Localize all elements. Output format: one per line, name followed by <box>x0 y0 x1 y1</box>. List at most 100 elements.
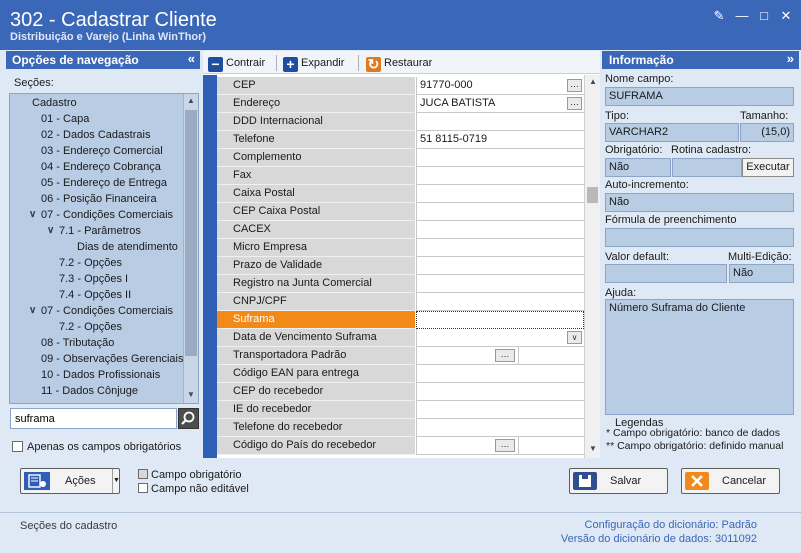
grid-row[interactable]: Suframa <box>217 311 584 329</box>
grid-row[interactable]: CEP 91770-000… <box>217 77 584 95</box>
grid-row[interactable]: Data de Vencimento Suframa ∨ <box>217 329 584 347</box>
tree-scroll-thumb[interactable] <box>185 110 197 356</box>
field-value[interactable]: 51 8115-0719 <box>416 131 584 149</box>
grid-row[interactable]: Prazo de Validade <box>217 257 584 275</box>
grid-row[interactable]: Código do País do recebedor… <box>217 437 584 455</box>
tree-item[interactable]: ∨ 7.1 - Parâmetros <box>47 223 141 239</box>
tree-item[interactable]: 03 - Endereço Comercial <box>41 143 163 159</box>
grid-row[interactable]: CACEX <box>217 221 584 239</box>
chevron-down-icon[interactable]: ∨ <box>567 331 582 344</box>
minimize-icon[interactable]: — <box>735 9 749 23</box>
field-value[interactable] <box>416 167 584 185</box>
edit-window-icon[interactable]: ✎ <box>712 9 726 23</box>
grid-row[interactable]: Fax <box>217 167 584 185</box>
field-value[interactable] <box>416 239 584 257</box>
grid-row[interactable]: Complemento <box>217 149 584 167</box>
field-value[interactable] <box>416 257 584 275</box>
chevron-down-icon[interactable]: ∨ <box>29 207 36 223</box>
sections-tree[interactable]: Cadastro 01 - Capa 02 - Dados Cadastrais 03… <box>9 93 199 404</box>
scroll-up-icon[interactable]: ▲ <box>589 77 597 86</box>
search-button[interactable] <box>178 408 199 429</box>
field-label: CEP do recebedor <box>217 383 415 401</box>
field-value[interactable] <box>416 203 584 221</box>
field-value[interactable] <box>416 221 584 239</box>
field-value[interactable] <box>416 383 584 401</box>
required-label: Obrigatório: <box>605 144 663 156</box>
tree-item[interactable]: 09 - Observações Gerenciais <box>41 351 183 367</box>
field-value[interactable]: … <box>416 437 584 455</box>
field-value[interactable] <box>416 275 584 293</box>
tree-item[interactable]: 7.2 - Opções <box>59 255 122 271</box>
tree-item[interactable]: 05 - Endereço de Entrega <box>41 175 167 191</box>
scroll-down-icon[interactable]: ▼ <box>187 390 195 399</box>
grid-row[interactable]: CEP do recebedor <box>217 383 584 401</box>
chevron-down-icon[interactable]: ∨ <box>29 303 36 319</box>
scroll-down-icon[interactable]: ▼ <box>589 444 597 453</box>
field-value[interactable]: 91770-000… <box>416 77 584 95</box>
field-label: CEP Caixa Postal <box>217 203 415 221</box>
expand-button[interactable]: + Expandir <box>283 55 344 72</box>
grid-row[interactable]: Endereço JUCA BATISTA… <box>217 95 584 113</box>
grid-row[interactable]: IE do recebedor <box>217 401 584 419</box>
tree-item[interactable]: 04 - Endereço Cobrança <box>41 159 161 175</box>
grid-row[interactable]: Telefone 51 8115-0719 <box>217 131 584 149</box>
collapse-left-icon[interactable]: « <box>188 51 195 66</box>
collapse-right-icon[interactable]: » <box>787 51 794 66</box>
restore-button[interactable]: ↻ Restaurar <box>366 55 432 72</box>
grid-row[interactable]: Registro na Junta Comercial <box>217 275 584 293</box>
grid-row[interactable]: Caixa Postal <box>217 185 584 203</box>
field-value[interactable] <box>416 419 584 437</box>
tree-item[interactable]: ∨ 07 - Condições Comerciais <box>29 303 173 319</box>
actions-button[interactable]: Ações ▼ <box>20 468 120 494</box>
cancel-button[interactable]: Cancelar <box>681 468 780 494</box>
mandatory-only-toggle[interactable]: Apenas os campos obrigatórios <box>12 441 181 455</box>
tree-item[interactable]: 06 - Posição Financeira <box>41 191 157 207</box>
field-label: Endereço <box>217 95 415 113</box>
tree-item[interactable]: 7.4 - Opções II <box>59 287 131 303</box>
grid-row[interactable]: Código EAN para entrega <box>217 365 584 383</box>
field-value[interactable]: JUCA BATISTA… <box>416 95 584 113</box>
field-value[interactable] <box>416 365 584 383</box>
lookup-button[interactable]: … <box>495 439 515 452</box>
save-button[interactable]: Salvar <box>569 468 668 494</box>
field-value[interactable]: … <box>416 347 584 365</box>
close-icon[interactable]: ✕ <box>779 9 793 23</box>
tree-item[interactable]: Dias de atendimento <box>77 239 178 255</box>
collapse-button[interactable]: − Contrair <box>208 55 265 72</box>
grid-scroll-thumb[interactable] <box>587 187 598 203</box>
scroll-up-icon[interactable]: ▲ <box>187 96 195 105</box>
lookup-button[interactable]: … <box>567 97 582 110</box>
tree-item[interactable]: Cadastro <box>32 95 77 111</box>
field-value[interactable] <box>416 149 584 167</box>
grid-row[interactable]: Telefone do recebedor <box>217 419 584 437</box>
tree-scrollbar[interactable]: ▲ ▼ <box>183 94 198 403</box>
field-value[interactable] <box>416 311 584 329</box>
tree-item[interactable]: 7.2 - Opções <box>59 319 122 335</box>
tree-item[interactable]: 08 - Tributação <box>41 335 114 351</box>
grid-row[interactable]: DDD Internacional <box>217 113 584 131</box>
grid-scrollbar[interactable]: ▲ ▼ <box>584 75 600 458</box>
field-value[interactable] <box>416 185 584 203</box>
grid-row[interactable]: Transportadora Padrão… <box>217 347 584 365</box>
chevron-down-icon[interactable]: ▼ <box>112 469 120 493</box>
grid-row[interactable]: CNPJ/CPF <box>217 293 584 311</box>
lookup-button[interactable]: … <box>567 79 582 92</box>
execute-button[interactable]: Executar <box>742 158 794 177</box>
field-value[interactable] <box>416 113 584 131</box>
field-value[interactable] <box>416 293 584 311</box>
tree-item[interactable]: ∨ 07 - Condições Comerciais <box>29 207 173 223</box>
chevron-down-icon[interactable]: ∨ <box>47 223 54 239</box>
tree-item[interactable]: 01 - Capa <box>41 111 89 127</box>
grid-row[interactable]: Micro Empresa <box>217 239 584 257</box>
grid-row[interactable]: CEP Caixa Postal <box>217 203 584 221</box>
field-value[interactable]: ∨ <box>416 329 584 347</box>
maximize-icon[interactable]: □ <box>757 9 771 23</box>
tree-item[interactable]: 10 - Dados Profissionais <box>41 367 160 383</box>
tree-item[interactable]: 7.3 - Opções I <box>59 271 128 287</box>
field-value[interactable] <box>416 401 584 419</box>
tree-item[interactable]: 02 - Dados Cadastrais <box>41 127 150 143</box>
section-search-input[interactable] <box>10 408 177 429</box>
tree-item[interactable]: 11 - Dados Cônjuge <box>41 383 138 399</box>
mandatory-only-checkbox[interactable] <box>12 441 23 452</box>
lookup-button[interactable]: … <box>495 349 515 362</box>
